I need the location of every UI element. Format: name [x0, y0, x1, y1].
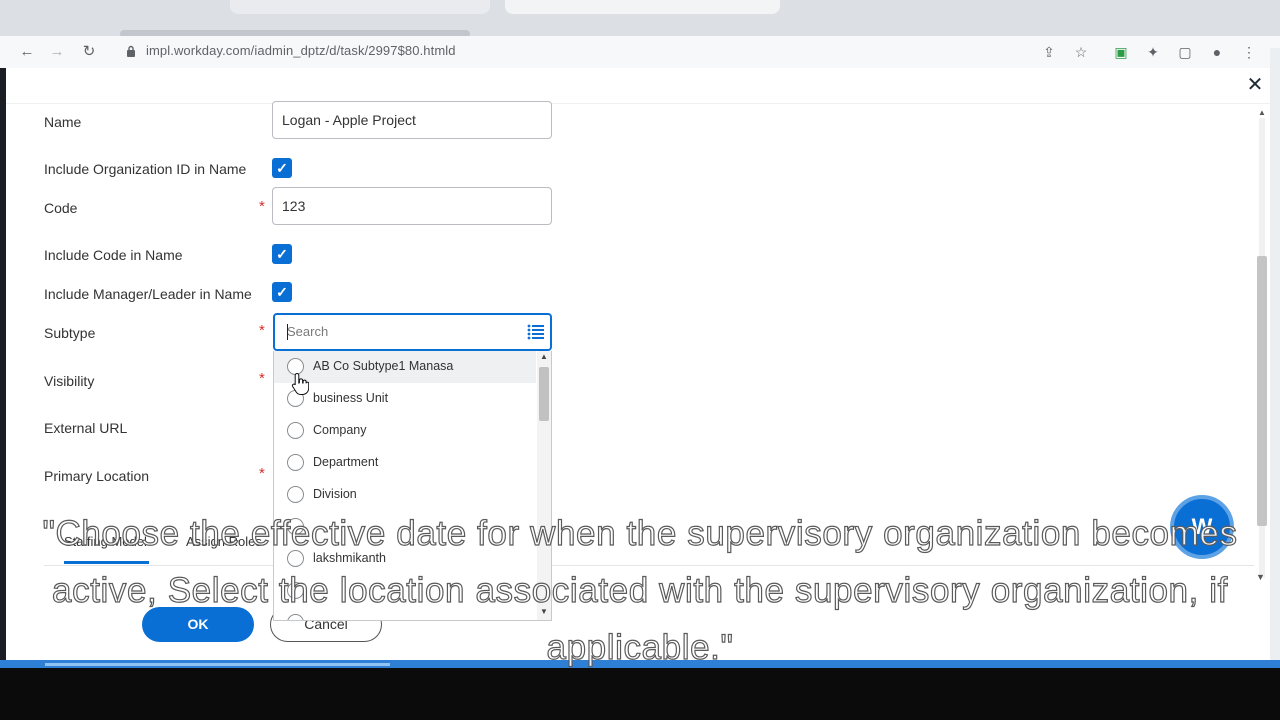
option-label: business Unit: [313, 391, 389, 405]
subtype-label: Subtype: [44, 325, 96, 341]
option-label: AB Co Subtype1 Manasa: [313, 359, 454, 373]
option-label: Company: [313, 423, 367, 437]
extension-icon[interactable]: ▣: [1112, 43, 1130, 61]
list-item[interactable]: business Unit: [274, 383, 536, 415]
browser-tab-strip: [0, 0, 1280, 40]
include-code-checkbox[interactable]: ✓: [272, 244, 292, 264]
subtype-search-input[interactable]: Search: [273, 313, 552, 351]
profile-icon[interactable]: ●: [1208, 43, 1226, 61]
forward-icon[interactable]: →: [46, 41, 68, 63]
include-code-label: Include Code in Name: [44, 247, 183, 263]
name-input[interactable]: Logan - Apple Project: [272, 101, 552, 139]
list-icon[interactable]: [527, 324, 545, 340]
screen: ← → ↻ impl.workday.com/iadmin_dptz/d/tas…: [0, 0, 1280, 720]
code-input[interactable]: 123: [272, 187, 552, 225]
star-icon[interactable]: ☆: [1072, 43, 1090, 61]
back-icon[interactable]: ←: [16, 41, 38, 63]
visibility-required-marker: *: [259, 370, 265, 387]
include-org-id-checkbox[interactable]: ✓: [272, 158, 292, 178]
text-caret: [287, 324, 288, 340]
list-item[interactable]: Company: [274, 415, 536, 447]
dialog-scroll-thumb[interactable]: [1257, 256, 1267, 526]
url-text[interactable]: impl.workday.com/iadmin_dptz/d/task/2997…: [146, 43, 456, 58]
menu-kebab-icon[interactable]: ⋮: [1240, 43, 1258, 61]
page-scrollbar[interactable]: [1270, 48, 1280, 668]
include-org-id-label: Include Organization ID in Name: [44, 161, 247, 177]
external-url-label: External URL: [44, 420, 128, 436]
code-label: Code: [44, 200, 78, 216]
scroll-up-arrow-icon[interactable]: ▲: [540, 352, 548, 361]
include-manager-checkbox[interactable]: ✓: [272, 282, 292, 302]
name-label: Name: [44, 114, 82, 130]
puzzle-icon[interactable]: ✦: [1144, 43, 1162, 61]
subtype-required-marker: *: [259, 322, 265, 339]
dropdown-scroll-thumb[interactable]: [539, 367, 549, 421]
subtitle-caption: "Choose the effective date for when the …: [42, 513, 1238, 667]
list-item[interactable]: AB Co Subtype1 Manasa: [274, 351, 536, 383]
hand-cursor-icon: [291, 372, 309, 395]
browser-tab-active[interactable]: [505, 0, 780, 14]
dialog-header: [6, 68, 1270, 104]
scroll-up-arrow-icon[interactable]: ▲: [1258, 108, 1266, 117]
radio-icon[interactable]: [287, 486, 304, 503]
close-icon[interactable]: ✕: [1246, 75, 1264, 95]
option-label: Department: [313, 455, 379, 469]
search-placeholder: Search: [287, 324, 329, 339]
radio-icon[interactable]: [287, 454, 304, 471]
radio-icon[interactable]: [287, 422, 304, 439]
list-item[interactable]: Department: [274, 447, 536, 479]
include-manager-label: Include Manager/Leader in Name: [44, 286, 252, 302]
visibility-label: Visibility: [44, 373, 95, 389]
primary-location-required-marker: *: [259, 465, 265, 482]
option-label: Division: [313, 487, 357, 501]
code-required-marker: *: [259, 198, 265, 215]
share-icon[interactable]: ⇪: [1040, 43, 1058, 61]
sidepanel-icon[interactable]: ▢: [1176, 43, 1194, 61]
browser-tab[interactable]: [230, 0, 490, 14]
reload-icon[interactable]: ↻: [78, 41, 100, 63]
primary-location-label: Primary Location: [44, 468, 150, 484]
lock-icon: [127, 45, 135, 57]
